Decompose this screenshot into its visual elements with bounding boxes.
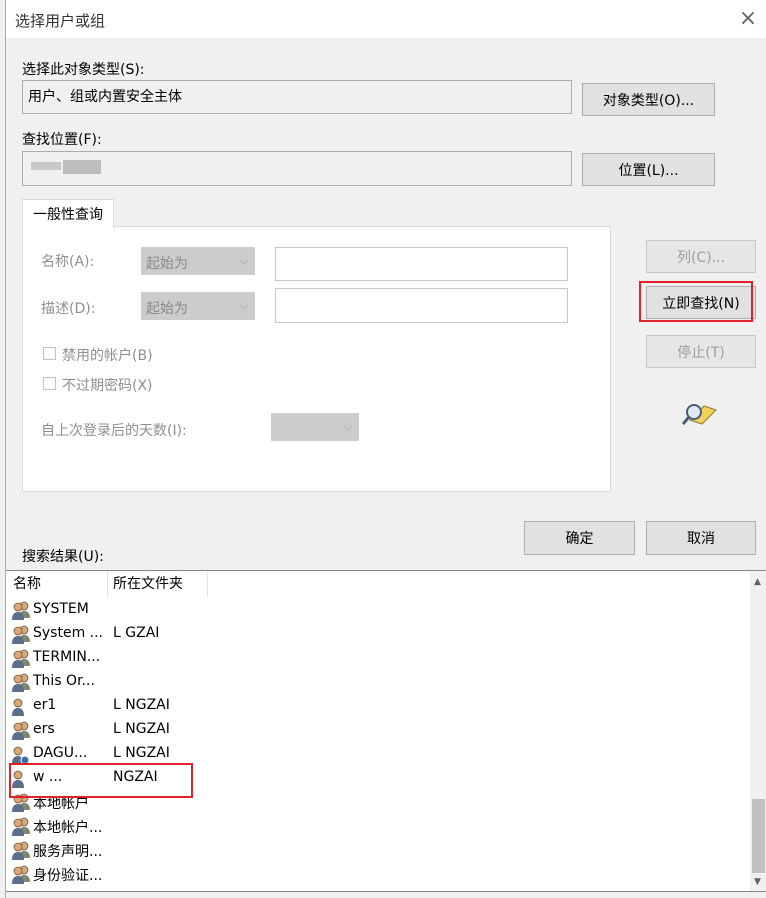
list-item[interactable]: 身份验证...	[6, 863, 746, 887]
group-icon	[10, 817, 32, 837]
group-icon	[10, 673, 32, 693]
list-item-name: 服务声明...	[33, 844, 103, 860]
locations-button[interactable]: 位置(L)...	[582, 153, 715, 186]
user-icon	[10, 697, 32, 717]
object-types-button[interactable]: 对象类型(O)...	[582, 83, 715, 116]
days-since-logon-select[interactable]: ⌵	[271, 413, 359, 441]
list-item[interactable]: SYSTEM	[6, 599, 746, 623]
select-users-dialog: 选择用户或组 × 选择此对象类型(S): 用户、组或内置安全主体 对象类型(O)…	[5, 0, 766, 898]
list-item-name: SYSTEM	[33, 601, 89, 617]
list-item-name: ers	[33, 721, 55, 737]
vertical-scrollbar[interactable]: ▲ ▼	[750, 571, 766, 891]
scrollbar-thumb[interactable]	[752, 799, 765, 873]
cancel-button[interactable]: 取消	[646, 521, 756, 555]
name-mode-value: 起始为	[146, 256, 188, 272]
group-icon	[10, 721, 32, 741]
column-header-name[interactable]: 名称	[13, 571, 41, 597]
list-item-name: 本地帐户...	[33, 820, 103, 836]
close-icon[interactable]: ×	[735, 6, 761, 32]
list-item-name: TERMIN...	[33, 649, 101, 665]
list-item-folder: L GZAI	[113, 625, 160, 641]
group-icon	[10, 625, 32, 645]
search-results-label: 搜索结果(U):	[22, 549, 104, 565]
chevron-down-icon: ⌵	[239, 254, 248, 267]
list-item[interactable]: ers L NGZAI	[6, 719, 746, 743]
list-item[interactable]: 服务声明...	[6, 839, 746, 863]
title-bar: 选择用户或组 ×	[6, 0, 766, 38]
name-mode-select[interactable]: 起始为 ⌵	[141, 247, 255, 275]
group-icon	[10, 841, 32, 861]
dialog-title: 选择用户或组	[15, 12, 106, 30]
selected-user-highlight	[9, 763, 193, 798]
description-mode-value: 起始为	[146, 301, 188, 317]
column-divider[interactable]	[107, 571, 108, 597]
columns-button[interactable]: 列(C)...	[646, 240, 756, 273]
disabled-accounts-label: 禁用的帐户(B)	[62, 348, 153, 364]
group-icon	[10, 865, 32, 885]
query-panel: 名称(A): 起始为 ⌵ 描述(D): 起始为 ⌵ 禁用的帐户(B) 不过期密码…	[22, 226, 611, 492]
list-item[interactable]: TERMIN...	[6, 647, 746, 671]
scroll-down-icon[interactable]: ▼	[754, 877, 761, 887]
disabled-accounts-checkbox[interactable]	[43, 347, 56, 360]
list-item[interactable]: er1 L NGZAI	[6, 695, 746, 719]
list-item-name: er1	[33, 697, 57, 713]
name-label: 名称(A):	[41, 254, 95, 270]
list-item-name: This Or...	[33, 673, 95, 689]
search-results-list[interactable]: 名称 所在文件夹 SYSTEM System ... L GZAI TERMIN...…	[6, 570, 766, 892]
list-item-name: 身份验证...	[33, 868, 103, 884]
tab-common-queries[interactable]: 一般性查询	[22, 199, 114, 228]
list-item-name: DAGU...	[33, 745, 88, 761]
list-item[interactable]: This Or...	[6, 671, 746, 695]
non-expiring-password-checkbox[interactable]	[43, 377, 56, 390]
list-item[interactable]: System ... L GZAI	[6, 623, 746, 647]
description-input[interactable]	[275, 288, 568, 323]
group-icon	[10, 649, 32, 669]
column-divider[interactable]	[207, 571, 208, 597]
location-label: 查找位置(F):	[22, 132, 102, 148]
list-item-folder: L NGZAI	[113, 697, 170, 713]
list-item[interactable]: 本地帐户...	[6, 815, 746, 839]
name-input[interactable]	[275, 247, 568, 281]
description-label: 描述(D):	[41, 301, 96, 317]
days-since-logon-label: 自上次登录后的天数(I):	[41, 423, 187, 439]
group-icon	[10, 601, 32, 621]
description-mode-select[interactable]: 起始为 ⌵	[141, 292, 255, 320]
object-type-label: 选择此对象类型(S):	[22, 62, 145, 78]
search-magnifier-icon	[682, 404, 717, 425]
list-item-name: System ...	[33, 625, 104, 641]
find-now-highlight	[639, 281, 753, 322]
location-field	[22, 151, 572, 186]
object-type-field: 用户、组或内置安全主体	[22, 80, 572, 114]
scroll-up-icon[interactable]: ▲	[754, 577, 761, 587]
chevron-down-icon: ⌵	[343, 420, 352, 433]
admin-user-icon	[10, 745, 32, 765]
ok-button[interactable]: 确定	[524, 521, 635, 555]
column-header-folder[interactable]: 所在文件夹	[113, 571, 183, 597]
stop-button[interactable]: 停止(T)	[646, 335, 756, 368]
redacted-location	[31, 162, 61, 170]
chevron-down-icon: ⌵	[239, 299, 248, 312]
list-item-folder: L NGZAI	[113, 745, 170, 761]
list-item-folder: L NGZAI	[113, 721, 170, 737]
redacted-location-2	[63, 160, 101, 174]
non-expiring-password-label: 不过期密码(X)	[62, 378, 153, 394]
